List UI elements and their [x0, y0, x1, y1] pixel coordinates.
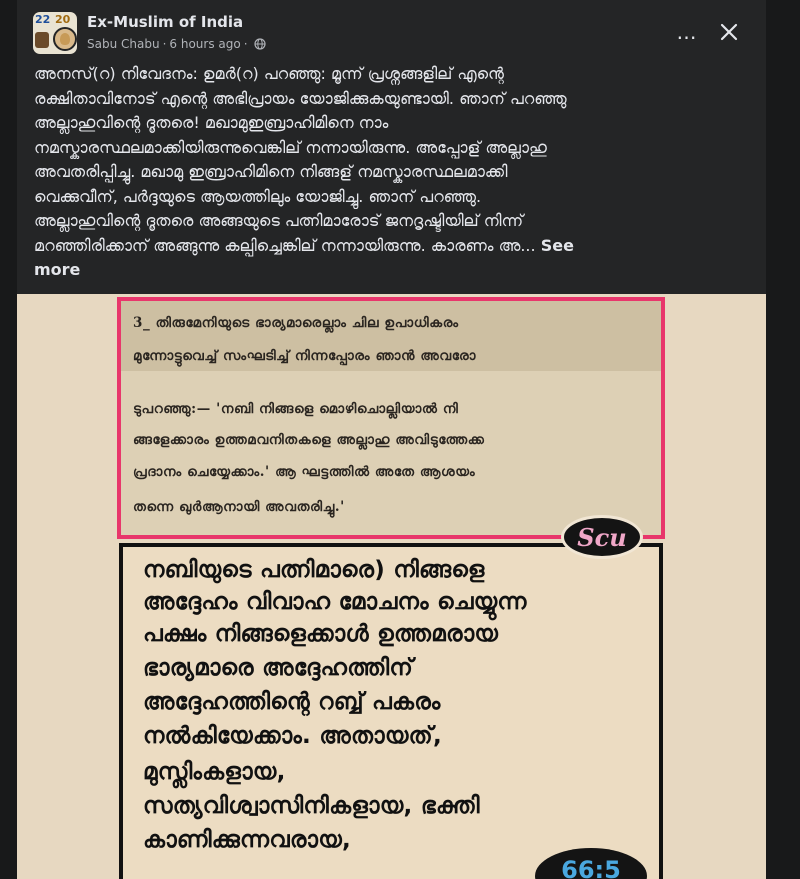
clipping-line: പ്രദാനം ചെയ്യേക്കാം.' ആ ഘട്ടത്തിൽ അതേ ആശ…	[133, 464, 476, 480]
post-text-line: വെക്കുവീന്, പർദ്ദയുടെ ആയത്തിലും യോജിച്ചു…	[34, 186, 482, 206]
post-header: 22 20 Ex-Muslim of India Sabu Chabu · 6 …	[17, 0, 766, 62]
post-message: അനസ്(റ) നിവേദനം: ഉമർ(റ) പറഞ്ഞു: മൂന്ന് പ…	[34, 62, 746, 283]
feed-post: 22 20 Ex-Muslim of India Sabu Chabu · 6 …	[17, 0, 766, 879]
page-name[interactable]: Ex-Muslim of India	[87, 13, 243, 31]
close-icon	[720, 23, 738, 41]
quote-line: സത്യവിശ്വാസിനികളായ, ഭക്തി	[143, 793, 480, 819]
post-text-line: അവതരിപ്പിച്ചു. മഖാമു ഇബ്രാഹിമിനെ നിങ്ങള്…	[34, 162, 508, 181]
post-text-line: അല്ലാഹുവിന്റെ ദൂതരെ അങ്ങയുടെ പത്നിമാരോട്…	[34, 211, 524, 230]
post-text-line: രക്ഷിതാവിനോട് എന്റെ അഭിപ്രായം യോജിക്കുകയ…	[34, 88, 567, 108]
close-button[interactable]	[711, 14, 747, 50]
post-text-line-last: മറഞ്ഞിരിക്കാന് അങ്ങുന്നു കല്പിച്ചെങ്കില്…	[34, 234, 746, 259]
quote-line: കാണിക്കുന്നവരായ,	[143, 827, 352, 853]
clipping-line: ങ്ങളേക്കാരം ഉത്തമവനിതകളെ അല്ലാഹു അവിടുത്…	[133, 432, 485, 448]
avatar-text-left: 22	[35, 13, 51, 26]
post-text-line: മറഞ്ഞിരിക്കാന് അങ്ങുന്നു കല്പിച്ചെങ്കില്…	[34, 235, 536, 255]
watermark-text: Scu	[577, 522, 627, 552]
clipping-line: തന്നെ ഖുർആനായി അവതരിച്ചു.'	[133, 499, 345, 515]
verse-reference: 66:5	[561, 856, 621, 879]
see-more-link[interactable]: more	[34, 258, 746, 283]
watermark-badge: Scu	[561, 515, 643, 559]
post-time[interactable]: 6 hours ago	[169, 37, 240, 51]
quote-line: അദ്ദേഹം വിവാഹ മോചനം ചെയ്യുന്ന	[143, 589, 527, 615]
post-meta: Sabu Chabu · 6 hours ago ·	[87, 37, 266, 51]
book-clipping: 3_ തിരുമേനിയുടെ ഭാര്യമാരെല്ലാം ചില ഉപാധി…	[117, 297, 665, 539]
more-options-button[interactable]: …	[669, 16, 705, 48]
post-text-line: നമസ്കാരസ്ഥലമാക്കിയിരുന്നുവെങ്കില് നന്നായ…	[34, 137, 547, 157]
quote-line: അദ്ദേഹത്തിന്റെ റബ്ബ് പകരം	[143, 689, 441, 715]
clipping-line: ടുപറഞ്ഞു:— 'നബി നിങ്ങളെ മൊഴിചൊല്ലിയാൽ നി	[133, 401, 459, 417]
see-more-link[interactable]: See	[541, 236, 574, 255]
avatar-figure	[35, 32, 49, 48]
quote-box: നബിയുടെ പത്നിമാരെ) നിങ്ങളെ അദ്ദേഹം വിവാഹ…	[119, 543, 663, 879]
post-text-line: അനസ്(റ) നിവേദനം: ഉമർ(റ) പറഞ്ഞു: മൂന്ന് പ…	[34, 64, 504, 83]
meta-separator: ·	[243, 37, 248, 51]
quote-line: നൽകിയേക്കാം. അതായത്,	[143, 723, 442, 749]
clipping-line: മുന്നോട്ടുവെച്ച് സംഘടിച്ച് നിന്നപ്പോരം ഞ…	[133, 348, 477, 364]
avatar-text-right: 20	[55, 13, 71, 26]
quote-line: പക്ഷം നിങ്ങളെക്കാൾ ഉത്തമരായ	[143, 621, 499, 647]
quote-line: മുസ്ലിംകളായ,	[143, 759, 286, 785]
author-name[interactable]: Sabu Chabu	[87, 37, 160, 51]
clipping-line: 3_ തിരുമേനിയുടെ ഭാര്യമാരെല്ലാം ചില ഉപാധി…	[133, 315, 459, 331]
quote-line: ഭാര്യമാരെ അദ്ദേഹത്തിന്	[143, 655, 414, 681]
post-image[interactable]: 3_ തിരുമേനിയുടെ ഭാര്യമാരെല്ലാം ചില ഉപാധി…	[17, 294, 766, 879]
globe-icon[interactable]	[253, 38, 266, 50]
quote-line: നബിയുടെ പത്നിമാരെ) നിങ്ങളെ	[143, 557, 485, 583]
more-icon: …	[676, 20, 698, 44]
meta-separator: ·	[162, 37, 167, 51]
post-text-line: അല്ലാഹുവിന്റെ ദൂതരെ! മഖാമുഇബ്രാഹിമിനെ നാ…	[34, 113, 389, 132]
author-avatar[interactable]	[53, 27, 77, 51]
